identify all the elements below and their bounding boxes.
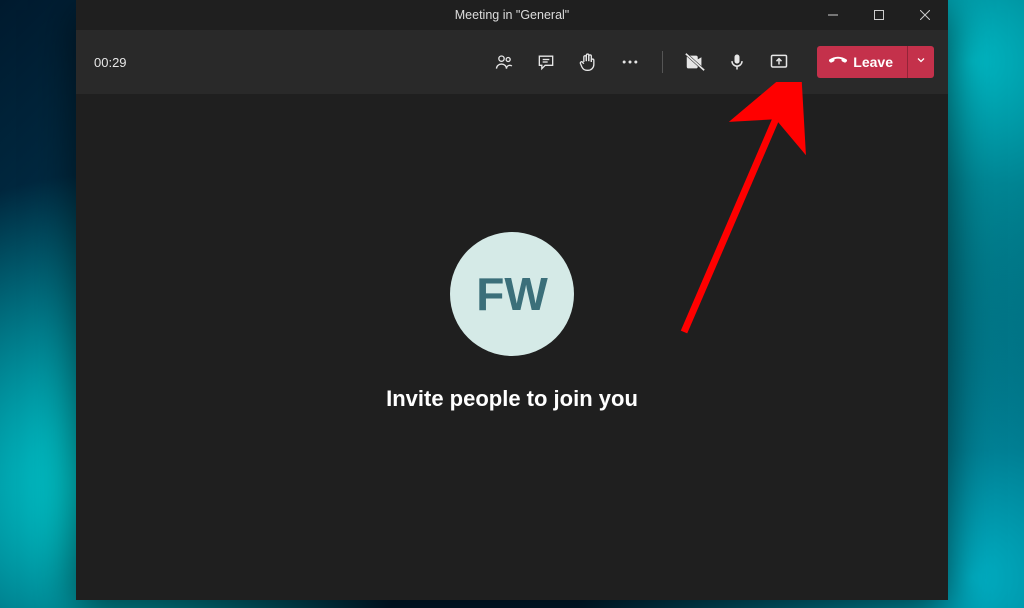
more-actions-icon[interactable] — [618, 50, 642, 74]
close-button[interactable] — [902, 0, 948, 30]
window-title: Meeting in "General" — [455, 8, 570, 22]
hangup-icon — [829, 52, 847, 73]
avatar-initials: FW — [476, 267, 548, 321]
raise-hand-icon[interactable] — [576, 50, 600, 74]
meeting-stage: FW Invite people to join you — [76, 94, 948, 600]
leave-label: Leave — [853, 54, 893, 70]
avatar: FW — [450, 232, 574, 356]
leave-button[interactable]: Leave — [817, 46, 907, 78]
share-screen-icon[interactable] — [767, 50, 791, 74]
minimize-button[interactable] — [810, 0, 856, 30]
toolbar-divider — [662, 51, 663, 73]
camera-off-icon[interactable] — [683, 50, 707, 74]
participants-icon[interactable] — [492, 50, 516, 74]
titlebar[interactable]: Meeting in "General" — [76, 0, 948, 30]
maximize-button[interactable] — [856, 0, 902, 30]
chat-icon[interactable] — [534, 50, 558, 74]
desktop-background: Meeting in "General" 00:29 — [0, 0, 1024, 608]
chevron-down-icon — [915, 53, 927, 71]
meeting-window: Meeting in "General" 00:29 — [76, 0, 948, 600]
meeting-toolbar: 00:29 — [76, 30, 948, 94]
invite-text: Invite people to join you — [386, 386, 638, 412]
leave-button-group: Leave — [817, 46, 934, 78]
leave-options-button[interactable] — [907, 46, 934, 78]
window-controls — [810, 0, 948, 30]
toolbar-right: Leave — [492, 46, 934, 78]
meeting-timer: 00:29 — [94, 55, 127, 70]
mic-icon[interactable] — [725, 50, 749, 74]
